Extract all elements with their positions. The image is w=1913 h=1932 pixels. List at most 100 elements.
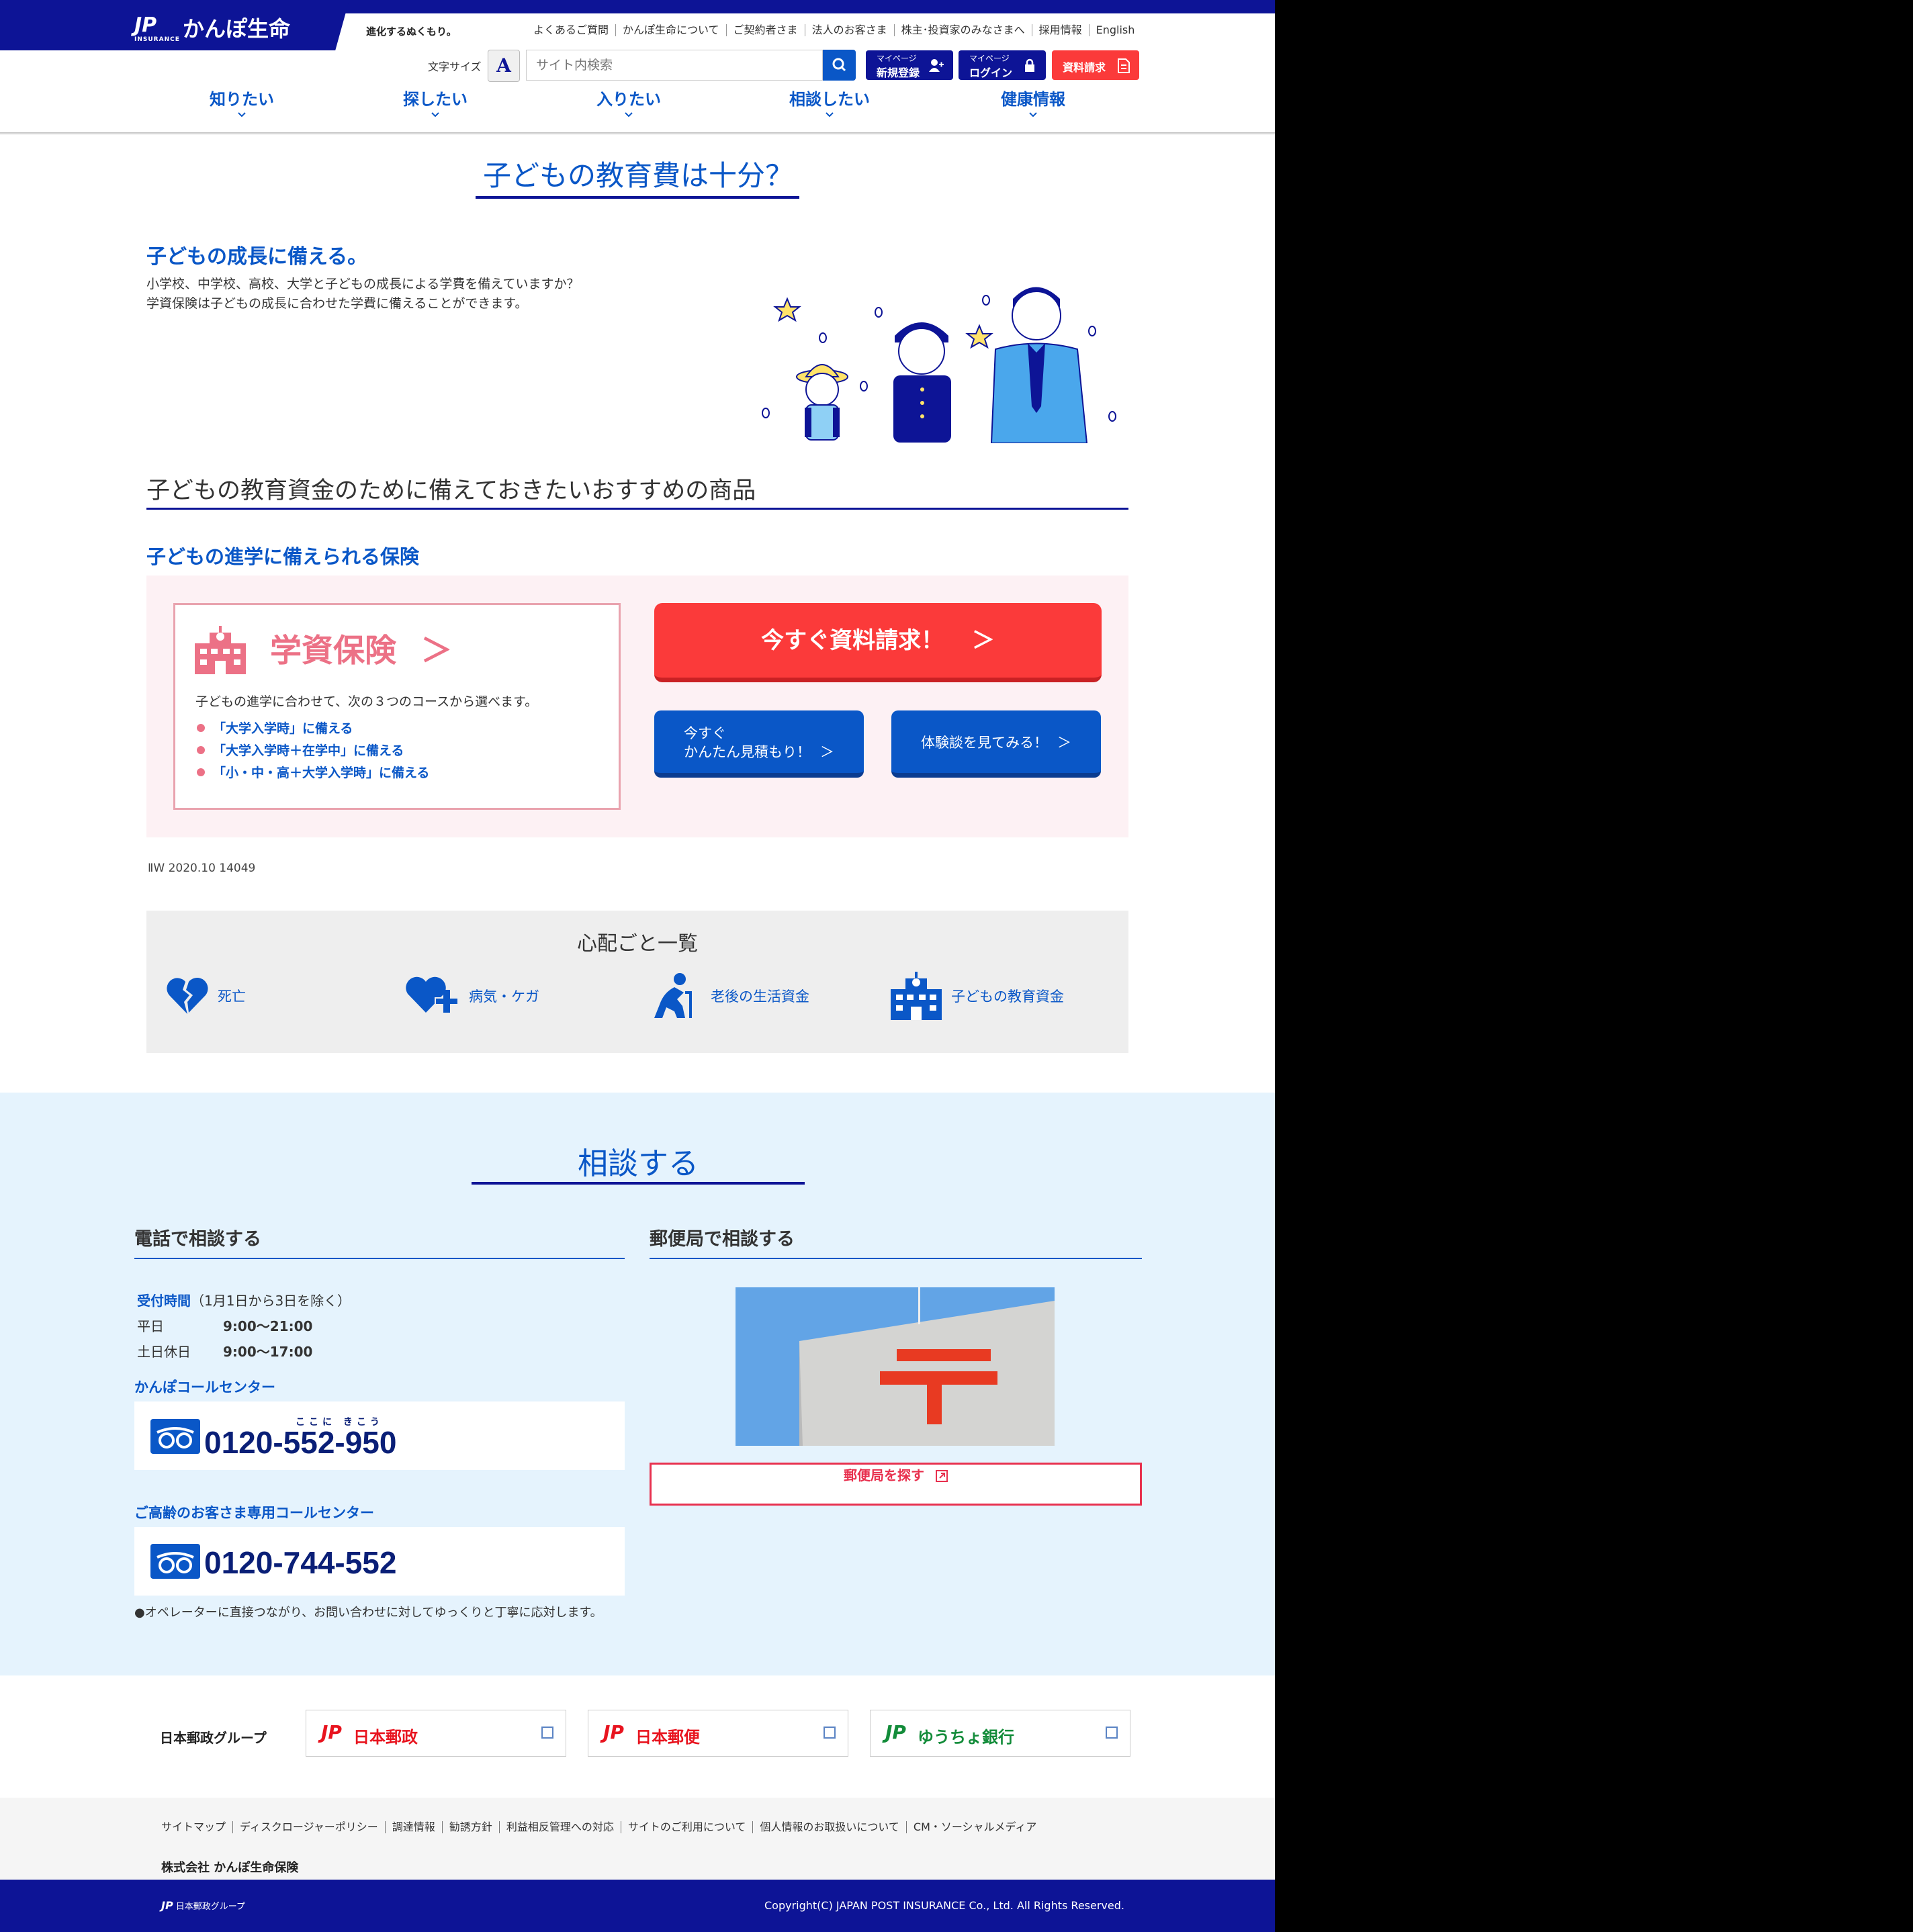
utility-link-investors[interactable]: 株主･投資家のみなさまへ [893, 24, 1032, 36]
site-logo-text[interactable]: かんぽ生命 [183, 12, 290, 43]
group-link-japan-post[interactable]: JP 日本郵便 [588, 1710, 848, 1757]
jp-logo-icon: JP [161, 1899, 173, 1912]
experience-arrow: ＞ [1057, 735, 1071, 751]
footer-link-procurement[interactable]: 調達情報 [384, 1821, 442, 1833]
elderly-center-phone[interactable]: 0120-744-552 [134, 1527, 625, 1596]
logo-mark-sub: INSURANCE [134, 36, 180, 43]
login-button[interactable]: マイページ ログイン [959, 50, 1046, 80]
group-company-name: 日本郵便 [635, 1728, 700, 1747]
utility-link-policyholders[interactable]: ご契約者さま [725, 24, 805, 36]
footer-group-logo-text: 日本郵政グループ [175, 1902, 245, 1912]
utility-link-english[interactable]: English [1088, 24, 1142, 36]
group-link-japan-post-bank[interactable]: JP ゆうちょ銀行 [870, 1710, 1130, 1757]
weekday-hours: 9:00～21:00 [223, 1318, 313, 1334]
experience-button[interactable]: 体験談を見てみる！ ＞ [891, 710, 1101, 778]
intro-heading: 子どもの成長に備える。 [146, 245, 368, 269]
utility-link-corporate[interactable]: 法人のお客さま [804, 24, 894, 36]
recommend-underline [146, 508, 1128, 510]
request-now-button[interactable]: 今すぐ資料請求！ ＞ [654, 603, 1102, 682]
footer-link-disclosure[interactable]: ディスクロージャーポリシー [232, 1821, 385, 1833]
request-docs-button[interactable]: 資料請求 [1052, 50, 1139, 80]
page: JP INSURANCE かんぽ生命 進化するぬくもり。 よくあるご質問 かんぽ… [0, 0, 1275, 1932]
experience-label: 体験談を見てみる！ [921, 735, 1048, 751]
worry-retirement[interactable]: 老後の生活資金 [648, 972, 809, 1019]
utility-link-about[interactable]: かんぽ生命について [615, 24, 726, 36]
children-growth-illustration [762, 287, 1116, 443]
worry-education[interactable]: 子どもの教育資金 [891, 972, 1064, 1020]
register-label: 新規登録 [877, 66, 920, 79]
footer-link-sitemap[interactable]: サイトマップ [161, 1821, 232, 1833]
utility-link-careers[interactable]: 採用情報 [1031, 24, 1089, 36]
footer-link-terms[interactable]: サイトのご利用について [620, 1821, 753, 1833]
copyright: Copyright(C) JAPAN POST INSURANCE Co., L… [764, 1899, 1124, 1912]
nav-health[interactable]: 健康情報 [986, 86, 1080, 126]
estimate-line-2: かんたん見積もり！ [684, 744, 811, 760]
nav-join-label: 入りたい [596, 90, 661, 109]
footer-company-name: 株式会社 かんぽ生命保険 [161, 1861, 299, 1875]
external-link-icon [1106, 1727, 1118, 1739]
chevron-down-icon [826, 112, 834, 118]
phone-heading-underline [134, 1258, 625, 1259]
broken-heart-icon [167, 977, 208, 1014]
footer-link-conflict[interactable]: 利益相反管理への対応 [498, 1821, 621, 1833]
jp-logo-icon: JP [885, 1721, 906, 1743]
school-icon [195, 626, 246, 674]
group-company-name: ゆうちょ銀行 [918, 1728, 1014, 1747]
hours-note: （1月1日から3日を除く） [191, 1293, 351, 1309]
school-icon [891, 972, 942, 1020]
elderly-center-label: ご高齢のお客さま専用コールセンター [134, 1505, 374, 1521]
request-now-arrow: ＞ [971, 627, 995, 654]
call-center-phone[interactable]: ここに きこう 0120-552-950 [134, 1401, 625, 1470]
nav-find-label: 探したい [403, 90, 468, 109]
utility-nav: よくあるご質問 かんぽ生命について ご契約者さま 法人のお客さま 株主･投資家の… [531, 24, 1141, 36]
weekend-label: 土日休日 [137, 1344, 191, 1360]
worry-death[interactable]: 死亡 [167, 972, 246, 1019]
jp-logo-icon: JP [321, 1721, 342, 1743]
document-icon [1118, 58, 1130, 73]
product-title-link[interactable]: 学資保険 ＞ [270, 625, 452, 671]
recommend-heading: 子どもの教育資金のために備えておきたいおすすめの商品 [146, 477, 756, 504]
chevron-down-icon [1029, 112, 1037, 118]
footer-link-privacy[interactable]: 個人情報のお取扱いについて [752, 1821, 906, 1833]
font-size-icon[interactable]: A [488, 50, 520, 82]
jp-logo-mark[interactable]: JP INSURANCE [134, 13, 179, 43]
nav-know[interactable]: 知りたい [202, 86, 282, 126]
register-button[interactable]: マイページ 新規登録 [866, 50, 953, 80]
course-item[interactable]: 「大学入学時＋在学中」に備える [197, 741, 429, 763]
course-item[interactable]: 「大学入学時」に備える [197, 719, 429, 741]
estimate-button[interactable]: 今すぐ かんたん見積もり！ ＞ [654, 710, 864, 778]
heart-plus-icon [406, 976, 459, 1013]
register-small-label: マイページ [877, 54, 917, 63]
worries-title: 心配ごと一覧 [577, 932, 698, 956]
chevron-down-icon [238, 112, 246, 118]
search-input[interactable] [526, 50, 823, 81]
find-post-office-button[interactable]: 郵便局を探す [650, 1463, 1142, 1506]
group-label: 日本郵政グループ [160, 1730, 267, 1746]
course-item[interactable]: 「小・中・高＋大学入学時」に備える [197, 763, 429, 785]
course-list: 「大学入学時」に備える 「大学入学時＋在学中」に備える 「小・中・高＋大学入学時… [197, 719, 429, 785]
logo-mark-text: JP [134, 13, 157, 37]
nav-join[interactable]: 入りたい [588, 86, 669, 126]
worry-illness[interactable]: 病気・ケガ [406, 972, 539, 1019]
group-link-japan-post-holdings[interactable]: JP 日本郵政 [306, 1710, 566, 1757]
elderly-center-number: 0120-744-552 [204, 1545, 397, 1580]
footer-group-logo[interactable]: JP 日本郵政グループ [161, 1899, 245, 1912]
utility-link-faq[interactable]: よくあるご質問 [531, 24, 615, 36]
title-underline [476, 196, 799, 199]
nav-find[interactable]: 探したい [395, 86, 476, 126]
product-arrow: ＞ [420, 633, 453, 670]
call-center-number: 0120-552-950 [204, 1425, 397, 1460]
footer-link-cm-social[interactable]: CM・ソーシャルメディア [905, 1821, 1044, 1833]
footer-link-solicitation[interactable]: 勧誘方針 [441, 1821, 499, 1833]
business-hours: 受付時間（1月1日から3日を除く） 平日 9:00～21:00 土日休日 9:00～… [137, 1288, 351, 1365]
find-post-office-label: 郵便局を探す [844, 1467, 925, 1483]
font-size-label: 文字サイズ [428, 60, 482, 73]
worry-education-label: 子どもの教育資金 [951, 988, 1064, 1005]
elderly-person-icon [654, 973, 692, 1018]
search-button[interactable] [823, 50, 856, 81]
post-consult-heading: 郵便局で相談する [650, 1229, 795, 1250]
nav-consult[interactable]: 相談したい [779, 86, 880, 126]
operator-note: ●オペレーターに直接つながり、お問い合わせに対してゆっくりと丁寧に応対します。 [134, 1606, 603, 1620]
estimate-line-1: 今すぐ [684, 725, 726, 741]
product-section-heading: 子どもの進学に備えられる保険 [146, 545, 420, 568]
